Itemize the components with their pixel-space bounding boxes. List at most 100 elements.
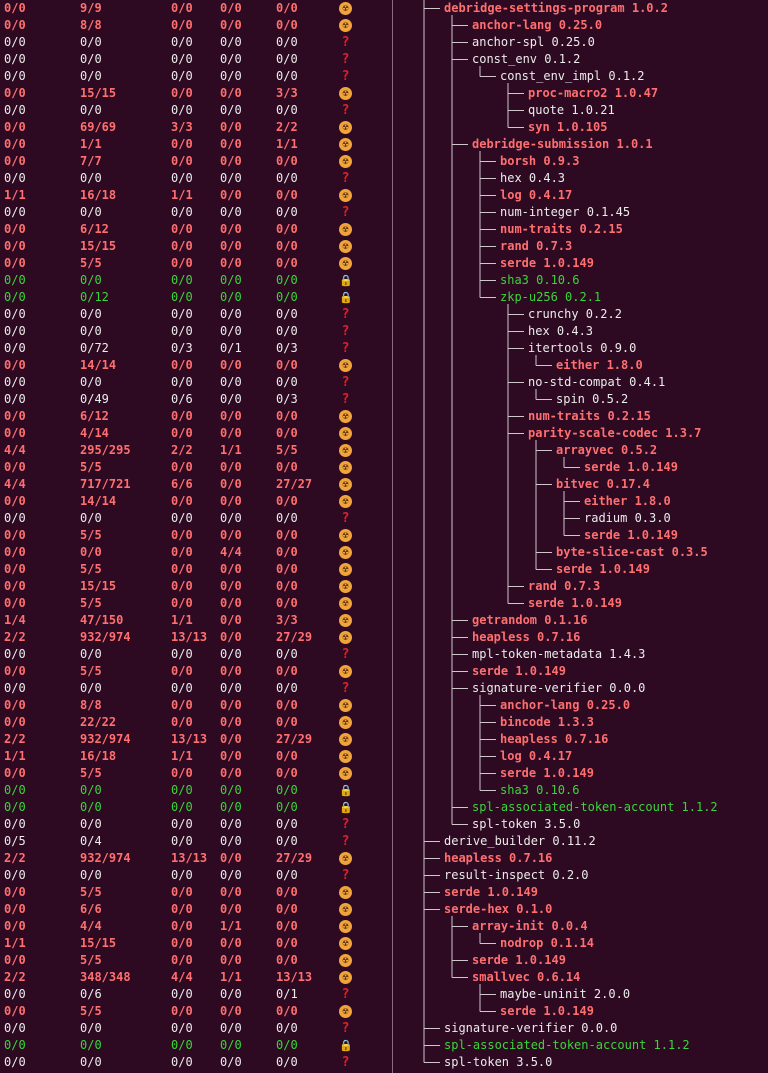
- unsafe-functions-count: 2/2: [4, 732, 26, 746]
- unsafe-methods-count: 0/0: [276, 868, 298, 882]
- question-mark-icon: ?: [341, 205, 350, 220]
- unsafe-impls-count: 0/0: [171, 460, 193, 474]
- unsafe-impls-count: 0/0: [171, 579, 193, 593]
- crate-name: mpl-token-metadata 1.4.3: [472, 647, 646, 661]
- unsafe-traits-count: 0/0: [220, 1055, 242, 1069]
- unsafe-traits-count: 0/0: [220, 324, 242, 338]
- unsafe-methods-count: 0/0: [276, 35, 298, 49]
- table-row: 0/0 0/0 0/0 0/0 0/0? const_env 0.1.2: [0, 51, 768, 68]
- unsafe-impls-count: 0/0: [171, 953, 193, 967]
- unsafe-methods-count: 0/0: [276, 1004, 298, 1018]
- table-row: 4/4 717/721 6/6 0/0 27/27 ☢ bitvec 0.17.4: [0, 476, 768, 493]
- table-row: 0/0 5/5 0/0 0/0 0/0 ☢ serde 1.0.149: [0, 255, 768, 272]
- unsafe-impls-count: 13/13: [171, 732, 208, 746]
- unsafe-methods-count: 0/0: [276, 749, 298, 763]
- radioactive-icon: ☢: [339, 716, 352, 729]
- table-row: 0/0 0/0 0/0 4/4 0/0 ☢ byte-slice-cast 0.3.5: [0, 544, 768, 561]
- unsafe-expressions-count: 0/0: [80, 52, 102, 66]
- unsafe-methods-count: 0/0: [276, 681, 298, 695]
- unsafe-methods-count: 0/0: [276, 273, 298, 287]
- unsafe-traits-count: 0/0: [220, 188, 242, 202]
- unsafe-traits-count: 0/0: [220, 35, 242, 49]
- unsafe-traits-count: 0/0: [220, 681, 242, 695]
- unsafe-traits-count: 0/0: [220, 375, 242, 389]
- unsafe-functions-count: 0/0: [4, 698, 26, 712]
- unsafe-functions-count: 0/0: [4, 52, 26, 66]
- unsafe-expressions-count: 0/72: [80, 341, 109, 355]
- crate-name: serde 1.0.149: [500, 766, 594, 780]
- unsafe-methods-count: 0/0: [276, 307, 298, 321]
- table-row: 0/0 0/0 0/0 0/0 0/0 🔒 sha3 0.10.6: [0, 272, 768, 289]
- unsafe-functions-count: 0/0: [4, 919, 26, 933]
- unsafe-impls-count: 0/0: [171, 511, 193, 525]
- lock-icon: 🔒: [339, 274, 353, 287]
- unsafe-traits-count: 0/0: [220, 205, 242, 219]
- table-row: 0/0 0/12 0/0 0/0 0/0 🔒 zkp-u256 0.2.1: [0, 289, 768, 306]
- unsafe-functions-count: 0/0: [4, 817, 26, 831]
- radioactive-icon: ☢: [339, 19, 352, 32]
- unsafe-methods-count: 0/0: [276, 188, 298, 202]
- crate-name: anchor-spl 0.25.0: [472, 35, 595, 49]
- unsafe-impls-count: 0/0: [171, 1038, 193, 1052]
- unsafe-expressions-count: 0/0: [80, 307, 102, 321]
- unsafe-traits-count: 0/1: [220, 341, 242, 355]
- radioactive-icon: ☢: [339, 2, 352, 15]
- unsafe-expressions-count: 15/15: [80, 86, 117, 100]
- unsafe-expressions-count: 16/18: [80, 749, 117, 763]
- crate-name: no-std-compat 0.4.1: [528, 375, 666, 389]
- table-row: 0/0 0/0 0/0 0/0 0/0? crunchy 0.2.2: [0, 306, 768, 323]
- unsafe-functions-count: 0/0: [4, 256, 26, 270]
- unsafe-expressions-count: 7/7: [80, 154, 102, 168]
- radioactive-icon: ☢: [339, 665, 352, 678]
- unsafe-traits-count: 4/4: [220, 545, 242, 559]
- unsafe-impls-count: 0/0: [171, 205, 193, 219]
- crate-name: parity-scale-codec 1.3.7: [528, 426, 702, 440]
- radioactive-icon: ☢: [339, 699, 352, 712]
- unsafe-methods-count: 0/0: [276, 494, 298, 508]
- unsafe-functions-count: 0/0: [4, 205, 26, 219]
- table-row: 4/4 295/295 2/2 1/1 5/5 ☢ arrayvec 0.5.2: [0, 442, 768, 459]
- unsafe-impls-count: 0/0: [171, 1, 193, 15]
- crate-name: proc-macro2 1.0.47: [528, 86, 659, 100]
- unsafe-methods-count: 0/0: [276, 103, 298, 117]
- crate-name: num-integer 0.1.45: [500, 205, 631, 219]
- crate-name: syn 1.0.105: [528, 120, 608, 134]
- unsafe-impls-count: 0/0: [171, 698, 193, 712]
- unsafe-methods-count: 2/2: [276, 120, 298, 134]
- unsafe-expressions-count: 15/15: [80, 936, 117, 950]
- unsafe-impls-count: 0/0: [171, 766, 193, 780]
- unsafe-expressions-count: 5/5: [80, 596, 102, 610]
- table-row: 1/4 47/150 1/1 0/0 3/3 ☢ getrandom 0.1.16: [0, 612, 768, 629]
- unsafe-expressions-count: 6/6: [80, 902, 102, 916]
- unsafe-functions-count: 0/0: [4, 18, 26, 32]
- unsafe-methods-count: 0/0: [276, 834, 298, 848]
- unsafe-traits-count: 0/0: [220, 460, 242, 474]
- table-row: 2/2 348/348 4/4 1/1 13/13 ☢ smallvec 0.6.14: [0, 969, 768, 986]
- unsafe-traits-count: 0/0: [220, 256, 242, 270]
- crate-name: hex 0.4.3: [528, 324, 594, 338]
- question-mark-icon: ?: [341, 307, 350, 322]
- radioactive-icon: ☢: [339, 461, 352, 474]
- unsafe-expressions-count: 0/0: [80, 205, 102, 219]
- unsafe-methods-count: 0/0: [276, 290, 298, 304]
- unsafe-impls-count: 0/0: [171, 885, 193, 899]
- table-row: 0/0 6/12 0/0 0/0 0/0 ☢ num-traits 0.2.15: [0, 408, 768, 425]
- unsafe-impls-count: 0/0: [171, 103, 193, 117]
- unsafe-traits-count: 0/0: [220, 902, 242, 916]
- unsafe-expressions-count: 5/5: [80, 528, 102, 542]
- crate-name: num-traits 0.2.15: [528, 409, 651, 423]
- unsafe-impls-count: 0/0: [171, 919, 193, 933]
- unsafe-impls-count: 0/0: [171, 1021, 193, 1035]
- radioactive-icon: ☢: [339, 189, 352, 202]
- crate-name: spl-token 3.5.0: [472, 817, 581, 831]
- radioactive-icon: ☢: [339, 750, 352, 763]
- unsafe-functions-count: 0/0: [4, 528, 26, 542]
- question-mark-icon: ?: [341, 103, 350, 118]
- unsafe-traits-count: 0/0: [220, 834, 242, 848]
- crate-name: signature-verifier 0.0.0: [444, 1021, 618, 1035]
- question-mark-icon: ?: [341, 35, 350, 50]
- unsafe-functions-count: 0/0: [4, 1038, 26, 1052]
- crate-name: debridge-settings-program 1.0.2: [444, 1, 668, 15]
- unsafe-impls-count: 0/0: [171, 290, 193, 304]
- table-row: 0/0 0/0 0/0 0/0 0/0? anchor-spl 0.25.0: [0, 34, 768, 51]
